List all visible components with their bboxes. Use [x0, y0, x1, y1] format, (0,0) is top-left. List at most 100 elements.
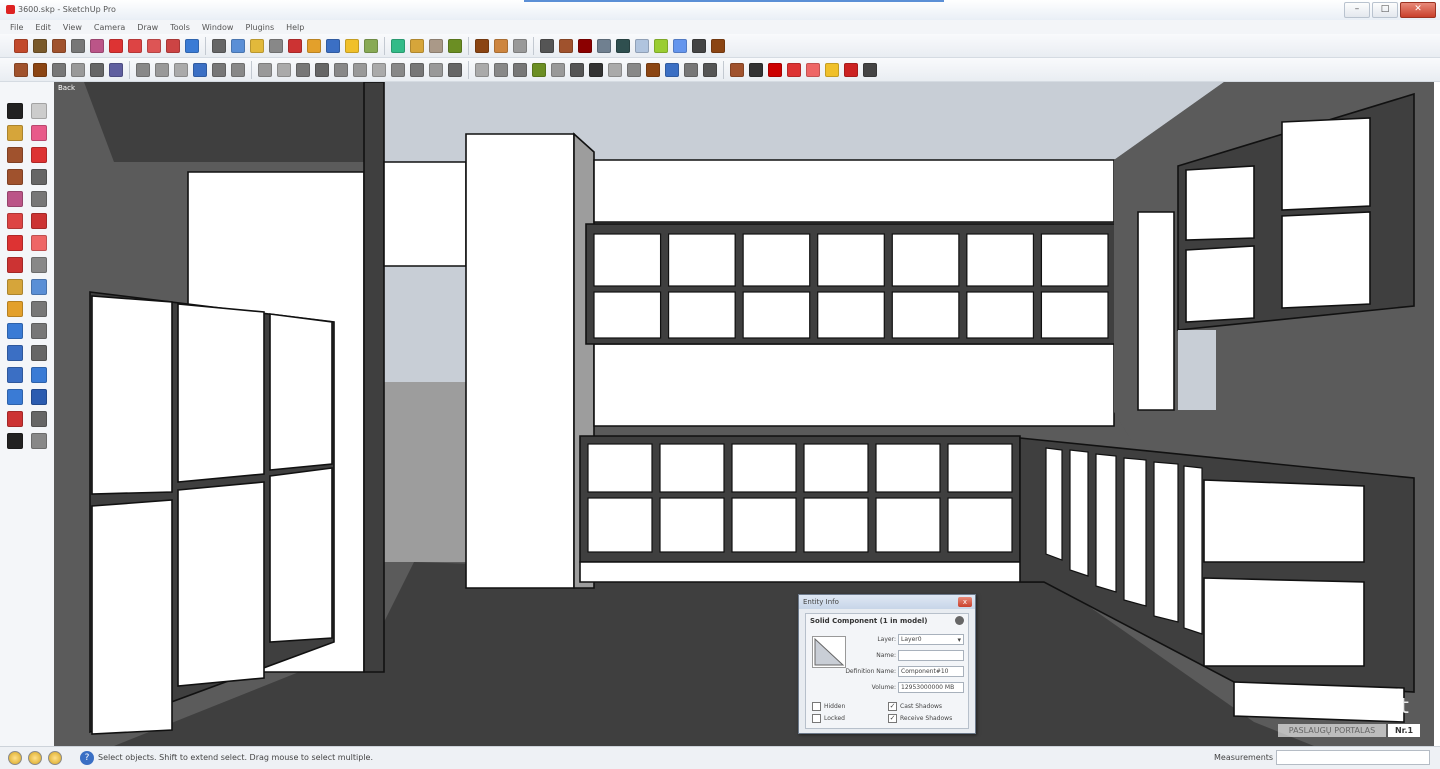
tool-palette-icon[interactable]: [7, 213, 23, 229]
cast-shadows-option[interactable]: ✓ Cast Shadows: [888, 702, 942, 711]
toolbar-tool-icon[interactable]: [475, 38, 489, 53]
tool-palette-icon[interactable]: [7, 125, 23, 141]
toolbar-tool-icon[interactable]: [231, 38, 245, 53]
kitchen-model-scene[interactable]: [54, 82, 1434, 746]
toolbar-tool-icon[interactable]: [410, 38, 424, 53]
tool-palette-icon[interactable]: [31, 389, 47, 405]
name-input[interactable]: [898, 650, 964, 661]
toolbar-tool-icon[interactable]: [166, 38, 180, 53]
toolbar-tool-icon[interactable]: [863, 62, 877, 77]
toolbar-tool-icon[interactable]: [532, 62, 546, 77]
toolbar-tool-icon[interactable]: [578, 38, 592, 53]
receive-shadows-option[interactable]: ✓ Receive Shadows: [888, 714, 952, 723]
toolbar-tool-icon[interactable]: [768, 62, 782, 77]
toolbar-tool-icon[interactable]: [136, 62, 150, 77]
tool-palette-icon[interactable]: [7, 301, 23, 317]
toolbar-tool-icon[interactable]: [250, 38, 264, 53]
toolbar-tool-icon[interactable]: [825, 62, 839, 77]
geo-location-icon[interactable]: [8, 751, 22, 765]
locked-option[interactable]: Locked: [812, 714, 845, 723]
toolbar-tool-icon[interactable]: [540, 38, 554, 53]
toolbar-tool-icon[interactable]: [33, 62, 47, 77]
tool-palette-icon[interactable]: [7, 279, 23, 295]
toolbar-tool-icon[interactable]: [711, 38, 725, 53]
toolbar-tool-icon[interactable]: [570, 62, 584, 77]
hidden-checkbox[interactable]: [812, 702, 821, 711]
toolbar-tool-icon[interactable]: [551, 62, 565, 77]
user-icon[interactable]: [48, 751, 62, 765]
toolbar-tool-icon[interactable]: [193, 62, 207, 77]
toolbar-tool-icon[interactable]: [589, 62, 603, 77]
menu-window[interactable]: Window: [202, 23, 234, 32]
toolbar-tool-icon[interactable]: [692, 38, 706, 53]
toolbar-tool-icon[interactable]: [608, 62, 622, 77]
tool-palette-icon[interactable]: [31, 213, 47, 229]
toolbar-tool-icon[interactable]: [494, 62, 508, 77]
tool-palette-icon[interactable]: [31, 411, 47, 427]
toolbar-tool-icon[interactable]: [806, 62, 820, 77]
toolbar-tool-icon[interactable]: [494, 38, 508, 53]
toolbar-tool-icon[interactable]: [71, 62, 85, 77]
toolbar-tool-icon[interactable]: [147, 38, 161, 53]
toolbar-tool-icon[interactable]: [90, 38, 104, 53]
menu-edit[interactable]: Edit: [35, 23, 51, 32]
toolbar-tool-icon[interactable]: [429, 62, 443, 77]
dialog-close-icon[interactable]: x: [958, 597, 972, 607]
toolbar-tool-icon[interactable]: [212, 62, 226, 77]
toolbar-tool-icon[interactable]: [844, 62, 858, 77]
tool-palette-icon[interactable]: [31, 125, 47, 141]
tool-palette-icon[interactable]: [31, 367, 47, 383]
toolbar-tool-icon[interactable]: [71, 38, 85, 53]
entity-info-title-bar[interactable]: Entity Info x: [799, 595, 975, 609]
tool-palette-icon[interactable]: [31, 301, 47, 317]
toolbar-tool-icon[interactable]: [391, 62, 405, 77]
toolbar-tool-icon[interactable]: [429, 38, 443, 53]
layer-select[interactable]: Layer0: [898, 634, 964, 645]
toolbar-tool-icon[interactable]: [155, 62, 169, 77]
toolbar-tool-icon[interactable]: [703, 62, 717, 77]
model-viewport[interactable]: Back: [54, 82, 1434, 746]
toolbar-tool-icon[interactable]: [334, 62, 348, 77]
toolbar-tool-icon[interactable]: [787, 62, 801, 77]
tool-palette-icon[interactable]: [31, 147, 47, 163]
tool-palette-icon[interactable]: [31, 323, 47, 339]
toolbar-tool-icon[interactable]: [654, 38, 668, 53]
toolbar-tool-icon[interactable]: [559, 38, 573, 53]
tool-palette-icon[interactable]: [31, 257, 47, 273]
tool-palette-icon[interactable]: [7, 323, 23, 339]
tool-palette-icon[interactable]: [31, 103, 47, 119]
toolbar-tool-icon[interactable]: [635, 38, 649, 53]
receive-shadows-checkbox[interactable]: ✓: [888, 714, 897, 723]
tool-palette-icon[interactable]: [31, 279, 47, 295]
toolbar-tool-icon[interactable]: [391, 38, 405, 53]
toolbar-tool-icon[interactable]: [90, 62, 104, 77]
toolbar-tool-icon[interactable]: [14, 62, 28, 77]
entity-info-dialog[interactable]: Entity Info x Solid Component (1 in mode…: [798, 594, 976, 734]
toolbar-tool-icon[interactable]: [128, 38, 142, 53]
tool-palette-icon[interactable]: [7, 147, 23, 163]
menu-camera[interactable]: Camera: [94, 23, 125, 32]
toolbar-tool-icon[interactable]: [33, 38, 47, 53]
tool-palette-icon[interactable]: [7, 433, 23, 449]
close-button[interactable]: ✕: [1400, 2, 1436, 18]
credits-icon[interactable]: [28, 751, 42, 765]
menu-file[interactable]: File: [10, 23, 23, 32]
tool-palette-icon[interactable]: [7, 169, 23, 185]
measurements-input[interactable]: [1276, 750, 1430, 765]
cast-shadows-checkbox[interactable]: ✓: [888, 702, 897, 711]
toolbar-tool-icon[interactable]: [277, 62, 291, 77]
toolbar-tool-icon[interactable]: [288, 38, 302, 53]
menu-view[interactable]: View: [63, 23, 82, 32]
toolbar-tool-icon[interactable]: [269, 38, 283, 53]
minimize-button[interactable]: –: [1344, 2, 1370, 18]
toolbar-tool-icon[interactable]: [326, 38, 340, 53]
toolbar-tool-icon[interactable]: [315, 62, 329, 77]
toolbar-tool-icon[interactable]: [448, 62, 462, 77]
menu-tools[interactable]: Tools: [170, 23, 190, 32]
tool-palette-icon[interactable]: [7, 103, 23, 119]
toolbar-tool-icon[interactable]: [185, 38, 199, 53]
menu-help[interactable]: Help: [286, 23, 304, 32]
toolbar-tool-icon[interactable]: [475, 62, 489, 77]
toolbar-tool-icon[interactable]: [231, 62, 245, 77]
tool-palette-icon[interactable]: [7, 389, 23, 405]
